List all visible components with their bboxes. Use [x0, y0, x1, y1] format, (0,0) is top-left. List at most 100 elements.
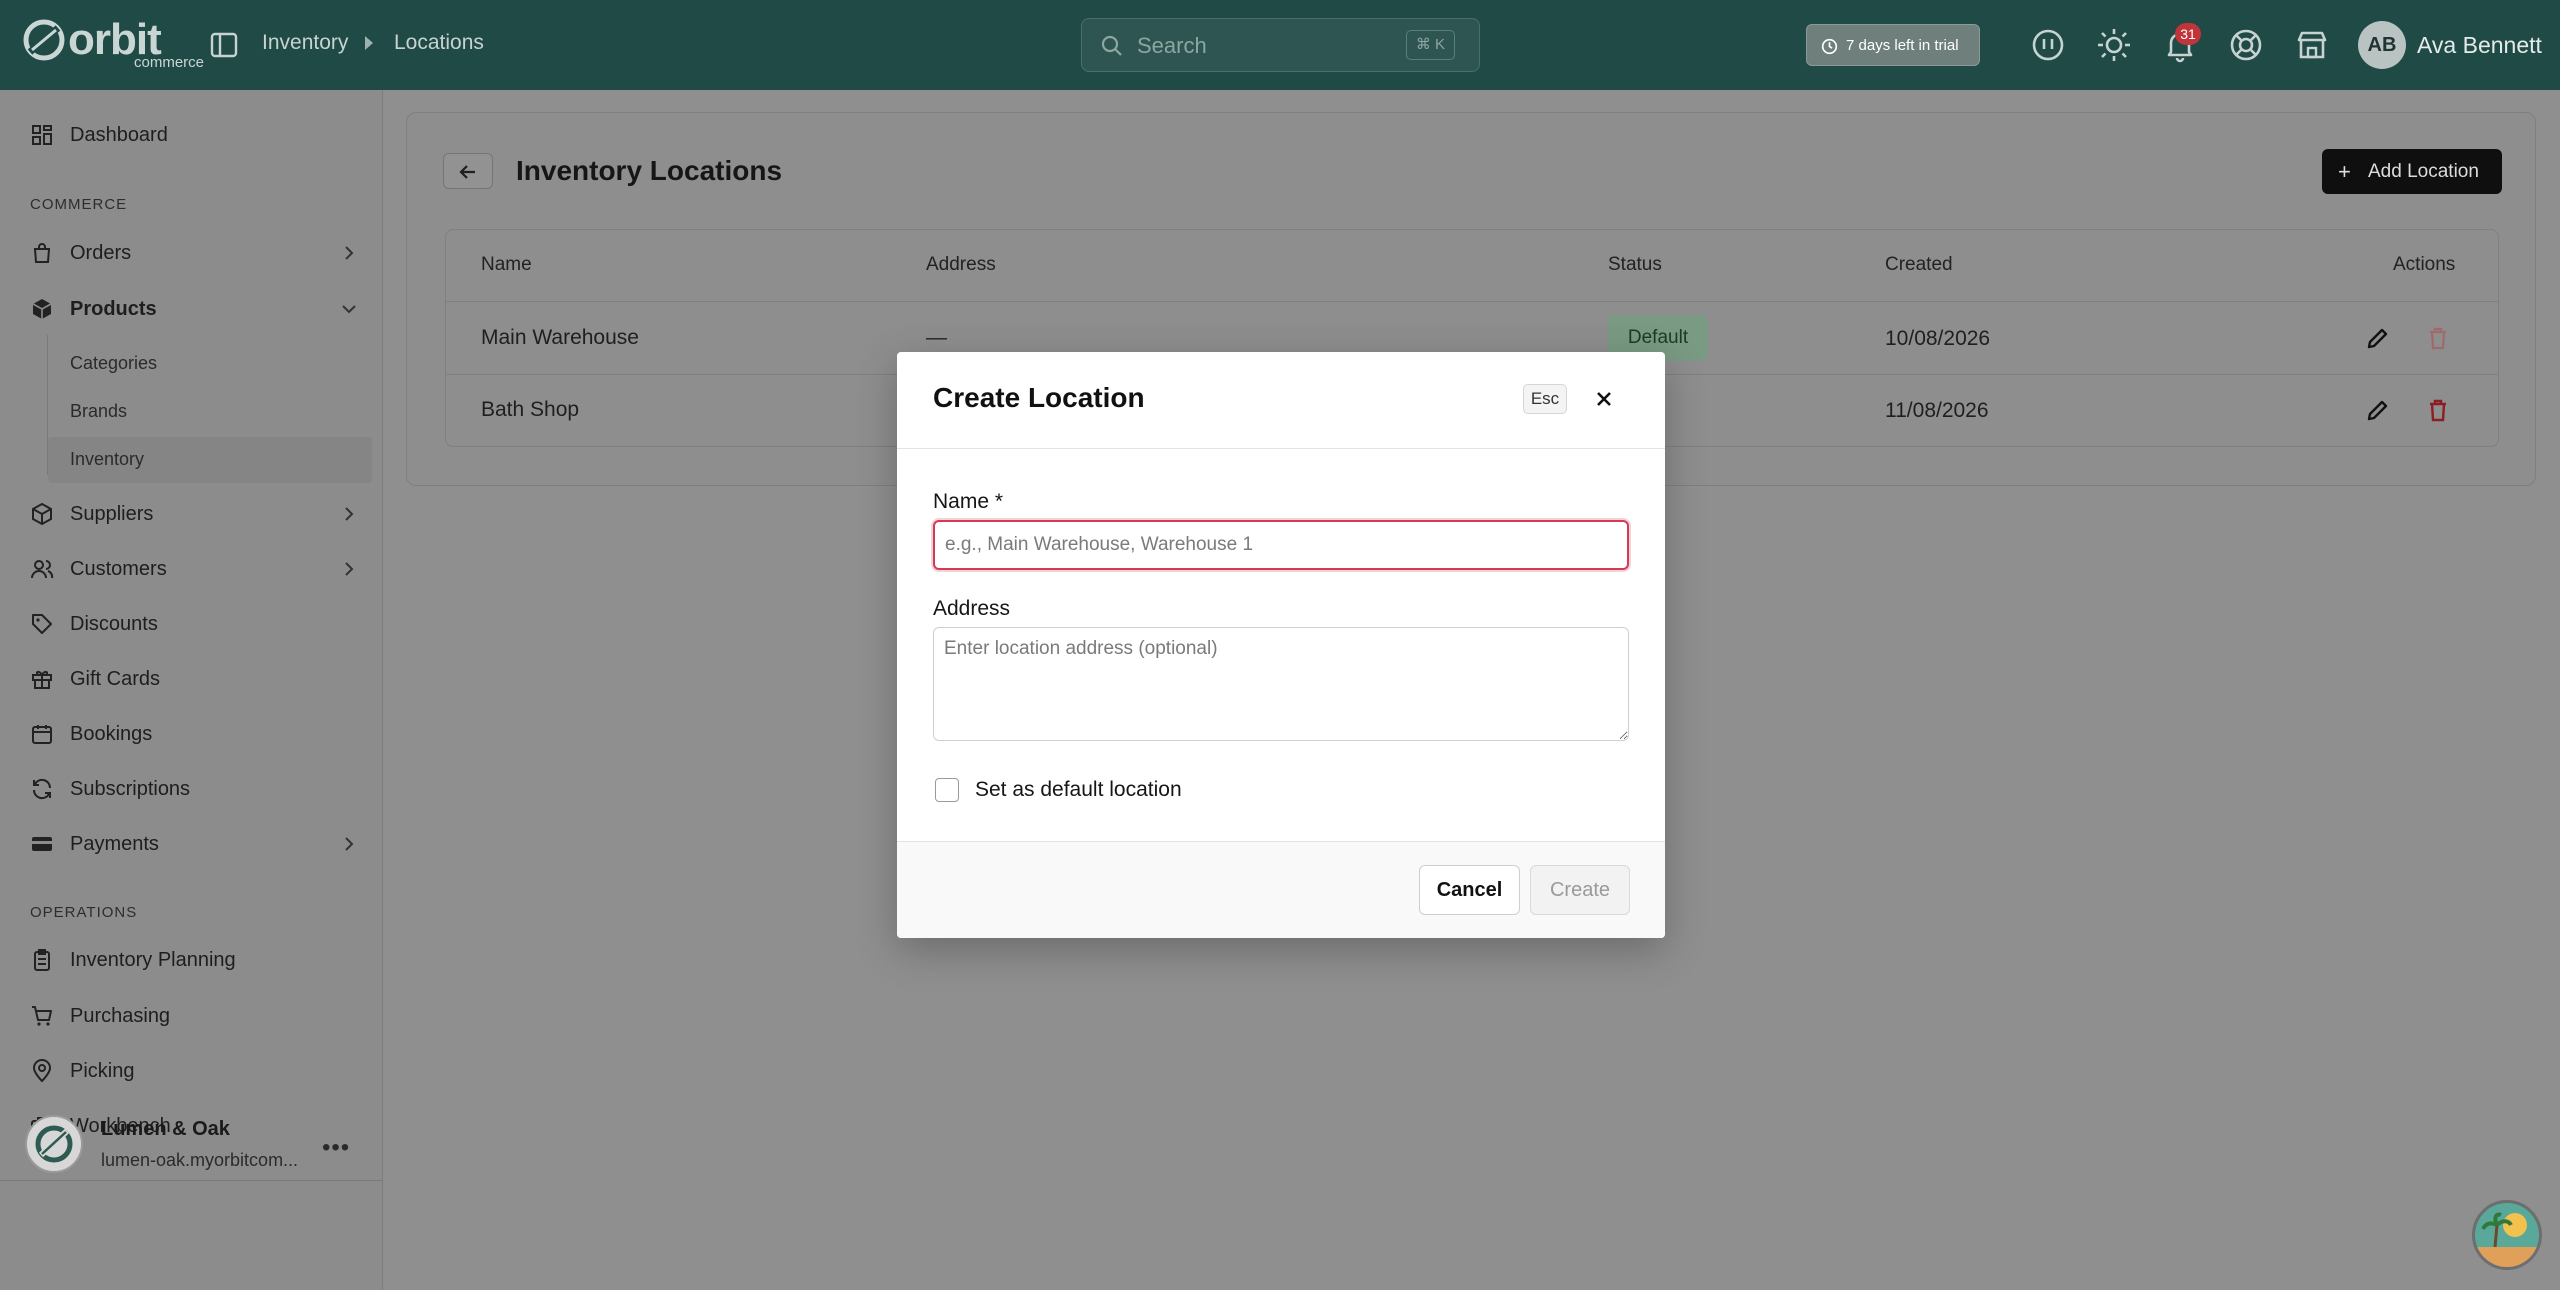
notification-count-badge: 31 — [2175, 23, 2201, 45]
user-avatar[interactable]: AB — [2358, 21, 2406, 69]
sidebar-item-purchasing[interactable]: Purchasing — [30, 995, 370, 1037]
store-name[interactable]: Lumen & Oak — [101, 1118, 230, 1141]
arrow-left-icon — [459, 165, 475, 179]
cancel-button[interactable]: Cancel — [1419, 865, 1520, 915]
default-location-checkbox[interactable] — [935, 778, 959, 802]
table-cell-created: 10/08/2026 — [1885, 327, 1991, 350]
table-row-divider — [446, 301, 2498, 302]
orbit-logo-icon — [23, 19, 65, 61]
sidebar-label-bookings: Bookings — [70, 722, 153, 745]
credit-card-icon — [32, 837, 52, 851]
esc-key-hint: Esc — [1523, 384, 1567, 414]
sidebar-divider — [0, 1180, 383, 1181]
table-cell-name[interactable]: Bath Shop — [481, 398, 579, 422]
assistant-launcher-button[interactable] — [2472, 1200, 2542, 1270]
sidebar-label-customers: Customers — [70, 557, 167, 580]
clipboard-icon — [34, 949, 50, 971]
theme-sun-icon[interactable] — [2096, 27, 2132, 63]
sidebar-item-picking[interactable]: Picking — [30, 1050, 370, 1092]
close-icon[interactable] — [1591, 386, 1617, 412]
search-placeholder: Search — [1137, 33, 1207, 58]
create-button[interactable]: Create — [1530, 865, 1630, 915]
sidebar-label-gift-cards: Gift Cards — [70, 667, 161, 690]
box-icon — [32, 502, 52, 526]
sidebar-item-categories[interactable]: Categories — [70, 353, 157, 374]
more-options-icon[interactable]: ••• — [322, 1134, 350, 1162]
sidebar-label-subscriptions: Subscriptions — [70, 777, 191, 800]
sidebar-item-brands[interactable]: Brands — [70, 401, 127, 422]
sidebar-label-dashboard: Dashboard — [70, 123, 168, 146]
column-header-name: Name — [481, 254, 532, 275]
refresh-icon — [32, 778, 52, 800]
delete-trash-icon[interactable] — [2424, 324, 2452, 352]
sidebar-label-payments: Payments — [70, 832, 159, 855]
add-location-button[interactable]: + Add Location — [2322, 149, 2502, 194]
edit-pencil-icon[interactable] — [2364, 324, 2392, 352]
column-header-created: Created — [1885, 254, 1953, 275]
storefront-icon[interactable] — [2294, 27, 2330, 63]
chevron-right-icon — [345, 507, 354, 521]
create-location-dialog: Create Location Esc Name * Address Set a… — [897, 352, 1665, 938]
sidebar-item-products[interactable]: Products — [30, 288, 370, 330]
add-location-label: Add Location — [2368, 161, 2479, 182]
back-button[interactable] — [443, 153, 493, 189]
chevron-right-icon — [345, 562, 354, 576]
trial-badge[interactable]: 7 days left in trial — [1806, 24, 1980, 66]
column-header-address: Address — [926, 254, 996, 275]
user-name[interactable]: Ava Bennett — [2417, 32, 2542, 59]
package-icon — [32, 299, 52, 319]
logo-subtitle: commerce — [134, 54, 205, 71]
sidebar-item-inventory-planning[interactable]: Inventory Planning — [30, 939, 370, 981]
sidebar-item-bookings[interactable]: Bookings — [30, 713, 370, 755]
edit-pencil-icon[interactable] — [2364, 396, 2392, 424]
store-url: lumen-oak.myorbitcom... — [101, 1150, 299, 1170]
column-header-actions: Actions — [2393, 254, 2456, 275]
table-cell-address: — — [926, 326, 947, 349]
sidebar-item-dashboard[interactable]: Dashboard — [30, 114, 370, 156]
table-cell-name[interactable]: Main Warehouse — [481, 326, 639, 350]
search-bar[interactable]: Search ⌘ K — [1081, 18, 1480, 72]
users-icon — [31, 560, 54, 579]
delete-trash-icon[interactable] — [2424, 396, 2452, 424]
sidebar-item-gift-cards[interactable]: Gift Cards — [30, 658, 370, 700]
sidebar-label-purchasing: Purchasing — [70, 1004, 171, 1027]
tag-icon — [32, 614, 52, 634]
sidebar-item-payments[interactable]: Payments — [30, 823, 370, 865]
sidebar-item-suppliers[interactable]: Suppliers — [30, 493, 370, 535]
sidebar-item-customers[interactable]: Customers — [30, 548, 370, 590]
sidebar-item-inventory[interactable]: Inventory — [70, 449, 144, 470]
column-header-status: Status — [1608, 254, 1662, 275]
default-location-label[interactable]: Set as default location — [975, 778, 1182, 802]
table-cell-created: 11/08/2026 — [1885, 399, 1989, 422]
top-bar: orbit commerce Inventory Locations Searc… — [0, 0, 2560, 90]
shopping-bag-icon — [33, 243, 51, 263]
chevron-right-icon — [345, 246, 354, 260]
sidebar-label-inventory-planning: Inventory Planning — [70, 948, 236, 971]
orbit-logo[interactable]: orbit commerce — [22, 18, 204, 71]
sidebar-toggle-icon[interactable] — [208, 29, 240, 61]
sidebar-item-orders[interactable]: Orders — [30, 232, 370, 274]
trial-label: 7 days left in trial — [1846, 37, 1959, 54]
help-lifebuoy-icon[interactable] — [2228, 27, 2264, 63]
search-icon — [1101, 35, 1122, 56]
dashboard-icon — [32, 125, 52, 145]
name-input[interactable] — [933, 520, 1629, 570]
plus-icon: + — [2338, 159, 2351, 184]
sidebar-item-discounts[interactable]: Discounts — [30, 603, 370, 645]
sidebar-item-subscriptions[interactable]: Subscriptions — [30, 768, 370, 810]
address-textarea[interactable] — [933, 627, 1629, 741]
sidebar-label-picking: Picking — [70, 1059, 135, 1082]
sidebar-label-suppliers: Suppliers — [70, 502, 154, 525]
calendar-icon — [32, 725, 52, 744]
breadcrumb-locations: Locations — [394, 31, 484, 54]
feedback-icon[interactable] — [2030, 27, 2066, 63]
section-label-operations: OPERATIONS — [30, 904, 138, 921]
store-logo-icon — [35, 1125, 73, 1163]
breadcrumb-inventory[interactable]: Inventory — [262, 31, 348, 55]
store-avatar[interactable] — [25, 1115, 83, 1173]
chevron-down-icon — [342, 305, 356, 314]
address-field-label: Address — [933, 597, 1011, 620]
sidebar-label-orders: Orders — [70, 241, 132, 264]
gift-icon — [32, 671, 52, 689]
clock-icon — [1821, 38, 1838, 55]
